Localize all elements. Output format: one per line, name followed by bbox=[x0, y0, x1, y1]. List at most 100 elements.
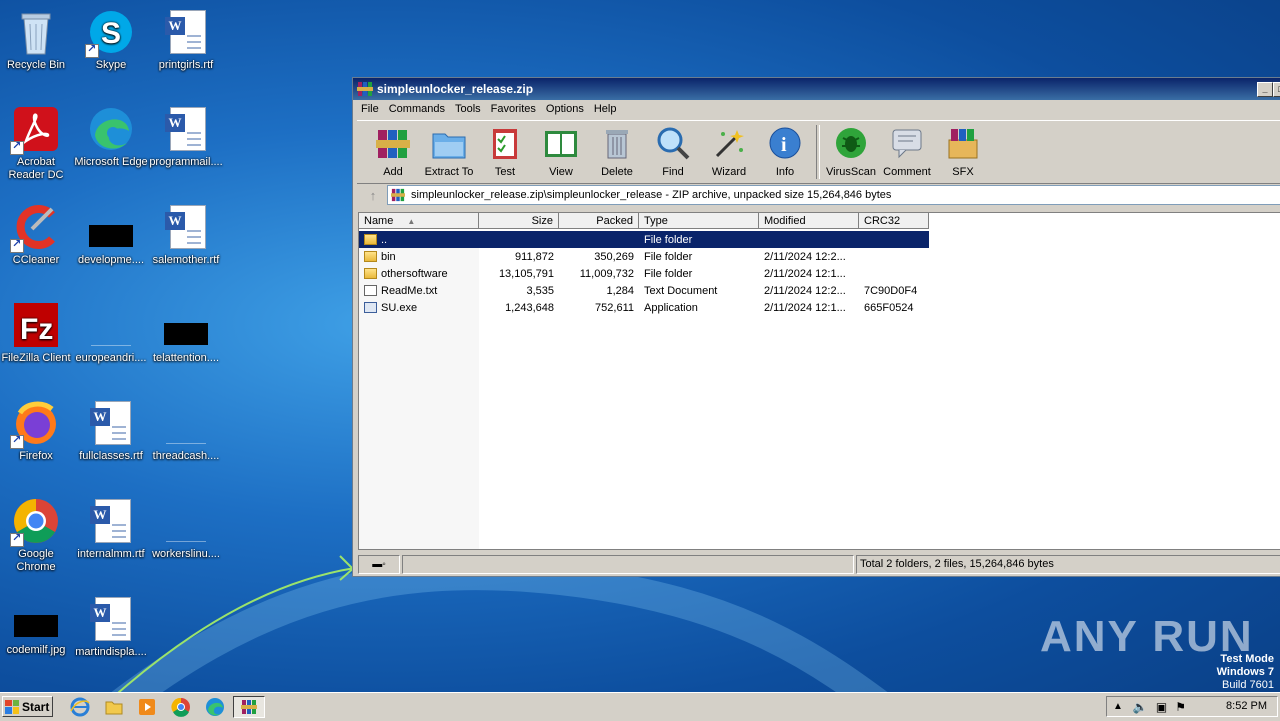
show-hidden-icons-icon[interactable]: ▲ bbox=[1113, 701, 1123, 712]
blank-file-icon bbox=[162, 497, 210, 545]
table-row[interactable]: ReadMe.txt 3,535 1,284 Text Document 2/1… bbox=[359, 282, 929, 299]
system-tray: ▲ 🔈 ▣ ⚑ 8:52 PM bbox=[1106, 696, 1278, 717]
file-explorer-icon[interactable] bbox=[104, 697, 124, 717]
col-header-crc32[interactable]: CRC32 bbox=[859, 213, 929, 229]
internet-explorer-icon[interactable] bbox=[70, 697, 90, 717]
test-label: Test bbox=[494, 166, 516, 178]
row-name: .. bbox=[381, 233, 388, 246]
chrome-icon bbox=[10, 497, 60, 547]
menu-commands[interactable]: Commands bbox=[385, 103, 451, 115]
desktop-icon-skype[interactable]: S Skype bbox=[73, 8, 149, 72]
minimize-button[interactable]: _ bbox=[1257, 82, 1273, 97]
menu-options[interactable]: Options bbox=[542, 103, 590, 115]
wizard-button[interactable]: Wizard bbox=[701, 121, 757, 178]
col-header-packed[interactable]: Packed bbox=[559, 213, 639, 229]
desktop-icon-filezilla[interactable]: Fz FileZilla Client bbox=[0, 301, 74, 365]
info-button[interactable]: i Info bbox=[757, 121, 813, 178]
desktop-icon-firefox[interactable]: Firefox bbox=[0, 399, 74, 463]
desktop-icon-acrobat[interactable]: Acrobat Reader DC bbox=[0, 105, 74, 182]
row-packed: 752,611 bbox=[595, 301, 634, 314]
desktop-icon-europeandri[interactable]: europeandri.... bbox=[73, 301, 149, 365]
taskbar: Start ▲ 🔈 ▣ ⚑ 8:52 PM bbox=[0, 692, 1280, 721]
col-name-label: Name bbox=[364, 215, 394, 227]
image-file-icon bbox=[162, 301, 210, 349]
desktop-icon-martindispla[interactable]: W martindispla.... bbox=[73, 595, 149, 659]
row-type: File folder bbox=[644, 250, 693, 263]
sfx-button[interactable]: SFX bbox=[935, 121, 991, 178]
volume-icon[interactable]: 🔈 bbox=[1133, 700, 1148, 714]
winrar-icon bbox=[357, 82, 373, 96]
comment-label: Comment bbox=[883, 166, 931, 178]
desktop-icon-edge[interactable]: Microsoft Edge bbox=[73, 105, 149, 169]
address-field[interactable]: simpleunlocker_release.zip\simpleunlocke… bbox=[387, 185, 1280, 205]
desktop-icon-programmail[interactable]: W programmail.... bbox=[148, 105, 224, 169]
desktop-icon-developme[interactable]: developme.... bbox=[73, 203, 149, 267]
blank-file-icon bbox=[87, 301, 135, 349]
sfx-label: SFX bbox=[952, 166, 974, 178]
desktop-icon-printgirls[interactable]: W printgirls.rtf bbox=[148, 8, 224, 72]
comment-icon bbox=[892, 129, 922, 159]
svg-text:i: i bbox=[781, 134, 787, 156]
desktop-icon-workerslinu[interactable]: workerslinu.... bbox=[148, 497, 224, 561]
extract-to-button[interactable]: Extract To bbox=[421, 121, 477, 178]
desktop-icon-fullclasses[interactable]: W fullclasses.rtf bbox=[73, 399, 149, 463]
find-button[interactable]: Find bbox=[645, 121, 701, 178]
desktop-icon-chrome[interactable]: Google Chrome bbox=[0, 497, 74, 574]
firefox-icon bbox=[10, 399, 60, 449]
desktop-icon-salemother[interactable]: W salemother.rtf bbox=[148, 203, 224, 267]
col-header-size[interactable]: Size bbox=[479, 213, 559, 229]
desktop-icon-telattention[interactable]: telattention.... bbox=[148, 301, 224, 365]
table-row[interactable]: othersoftware 13,105,791 11,009,732 File… bbox=[359, 265, 929, 282]
menu-help[interactable]: Help bbox=[590, 103, 623, 115]
row-packed: 350,269 bbox=[594, 250, 634, 263]
network-icon[interactable]: ▣ bbox=[1156, 700, 1167, 714]
winrar-taskbar-button[interactable] bbox=[233, 696, 265, 718]
comment-button[interactable]: Comment bbox=[879, 121, 935, 178]
menu-favorites[interactable]: Favorites bbox=[487, 103, 542, 115]
menu-file[interactable]: File bbox=[357, 103, 385, 115]
virusscan-button[interactable]: VirusScan bbox=[823, 121, 879, 178]
col-header-modified[interactable]: Modified bbox=[759, 213, 859, 229]
desktop-icon-ccleaner[interactable]: CCleaner bbox=[0, 203, 74, 267]
row-name: SU.exe bbox=[381, 301, 418, 314]
action-center-flag-icon[interactable]: ⚑ bbox=[1175, 700, 1186, 714]
desktop-icon-internalmm[interactable]: W internalmm.rtf bbox=[73, 497, 149, 561]
test-button[interactable]: Test bbox=[477, 121, 533, 178]
desktop-icon-recycle-bin[interactable]: Recycle Bin bbox=[0, 8, 74, 72]
chrome-taskbar-icon[interactable] bbox=[171, 697, 191, 717]
virusscan-label: VirusScan bbox=[826, 166, 876, 178]
text-file-icon bbox=[364, 285, 377, 296]
toolbar: Add Extract To Test View Delete Find Wiz… bbox=[357, 120, 1280, 184]
table-row[interactable]: bin 911,872 350,269 File folder 2/11/202… bbox=[359, 248, 929, 265]
folder-icon bbox=[364, 251, 377, 262]
word-doc-icon: W bbox=[162, 203, 210, 251]
row-type: Application bbox=[644, 301, 698, 314]
extract-folder-icon bbox=[432, 133, 466, 159]
row-size: 3,535 bbox=[526, 284, 554, 297]
table-row[interactable]: .. File folder bbox=[359, 231, 929, 248]
view-button[interactable]: View bbox=[533, 121, 589, 178]
title-bar[interactable]: simpleunlocker_release.zip _ □ bbox=[353, 78, 1280, 100]
col-header-name[interactable]: Name ▲ bbox=[359, 213, 479, 229]
maximize-button[interactable]: □ bbox=[1273, 82, 1280, 97]
winrar-window: simpleunlocker_release.zip _ □ File Comm… bbox=[352, 77, 1280, 577]
up-one-level-button[interactable]: ↑ bbox=[359, 186, 387, 204]
row-modified: 2/11/2024 12:2... bbox=[764, 284, 846, 297]
word-doc-icon: W bbox=[162, 105, 210, 153]
address-bar: ↑ simpleunlocker_release.zip\simpleunloc… bbox=[359, 185, 1280, 205]
menu-tools[interactable]: Tools bbox=[451, 103, 487, 115]
clock[interactable]: 8:52 PM bbox=[1226, 700, 1267, 712]
start-button[interactable]: Start bbox=[2, 696, 53, 717]
status-drive-icon[interactable]: ▬◦ bbox=[358, 555, 400, 574]
col-header-type[interactable]: Type bbox=[639, 213, 759, 229]
media-player-icon[interactable] bbox=[137, 697, 157, 717]
desktop-icon-threadcash[interactable]: threadcash.... bbox=[148, 399, 224, 463]
delete-button[interactable]: Delete bbox=[589, 121, 645, 178]
table-row[interactable]: SU.exe 1,243,648 752,611 Application 2/1… bbox=[359, 299, 929, 316]
desktop-icon-codemilf[interactable]: codemilf.jpg bbox=[0, 605, 74, 657]
edge-icon bbox=[87, 105, 135, 153]
add-button[interactable]: Add bbox=[365, 121, 421, 178]
row-type: File folder bbox=[644, 233, 693, 246]
edge-taskbar-icon[interactable] bbox=[205, 697, 225, 717]
recycle-bin-icon bbox=[12, 8, 60, 56]
